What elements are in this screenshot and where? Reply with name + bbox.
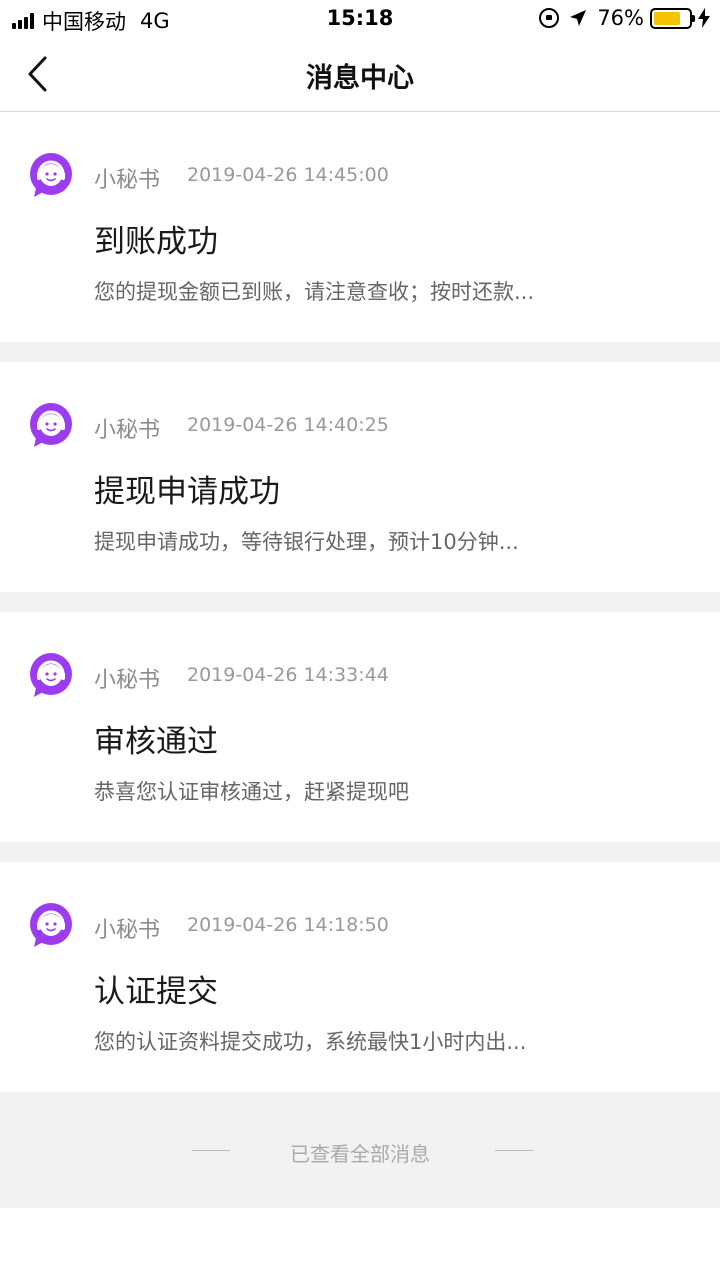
assistant-avatar-icon <box>28 652 74 698</box>
assistant-avatar-icon <box>28 152 74 198</box>
message-card[interactable]: 小秘书 2019-04-26 14:18:50 认证提交您的认证资料提交成功，系统最… <box>0 862 720 1092</box>
charging-bolt-icon <box>698 8 710 28</box>
message-card[interactable]: 小秘书 2019-04-26 14:45:00 到账成功您的提现金额已到账，请注意查… <box>0 112 720 342</box>
footer-divider-right <box>495 1150 533 1151</box>
assistant-avatar-icon <box>28 902 74 948</box>
status-right: 76% <box>539 6 710 30</box>
message-sender: 小秘书 <box>94 168 161 193</box>
message-card[interactable]: 小秘书 2019-04-26 14:33:44 审核通过恭喜您认证审核通过，赶紧提现… <box>0 612 720 842</box>
card-separator <box>0 592 720 612</box>
location-arrow-icon <box>569 9 587 27</box>
battery-fill <box>654 11 680 25</box>
assistant-avatar-icon <box>28 402 74 448</box>
message-time: 2019-04-26 14:45:00 <box>187 164 389 186</box>
back-button[interactable] <box>26 54 66 94</box>
message-title: 提现申请成功 <box>94 474 280 510</box>
message-title: 到账成功 <box>94 224 218 260</box>
message-sender: 小秘书 <box>94 918 161 943</box>
rotation-lock-icon <box>539 8 560 28</box>
message-title: 审核通过 <box>94 724 218 760</box>
message-card[interactable]: 小秘书 2019-04-26 14:40:25 提现申请成功提现申请成功，等待银行处… <box>0 362 720 592</box>
message-sender: 小秘书 <box>94 668 161 693</box>
card-separator <box>0 842 720 862</box>
navigation-bar: 消息中心 <box>0 36 720 112</box>
battery-icon <box>650 7 695 29</box>
message-list: 小秘书 2019-04-26 14:45:00 到账成功您的提现金额已到账，请注意查… <box>0 112 720 1092</box>
message-summary: 您的提现金额已到账，请注意查收；按时还款... <box>94 280 535 304</box>
message-time: 2019-04-26 14:33:44 <box>187 664 389 686</box>
card-separator <box>0 342 720 362</box>
chevron-left-icon <box>28 56 47 92</box>
list-footer: 已查看全部消息 <box>0 1092 720 1208</box>
message-time: 2019-04-26 14:40:25 <box>187 414 389 436</box>
message-summary: 您的认证资料提交成功，系统最快1小时内出... <box>94 1030 527 1054</box>
all-read-label: 已查看全部消息 <box>290 1142 430 1166</box>
status-bar: 中国移动 4G 15:18 76% <box>0 0 720 36</box>
battery-percent: 76% <box>597 6 644 30</box>
message-time: 2019-04-26 14:18:50 <box>187 914 389 936</box>
page-title: 消息中心 <box>306 63 414 94</box>
message-sender: 小秘书 <box>94 418 161 443</box>
message-summary: 提现申请成功，等待银行处理，预计10分钟... <box>94 530 519 554</box>
message-summary: 恭喜您认证审核通过，赶紧提现吧 <box>94 780 409 804</box>
message-title: 认证提交 <box>94 974 218 1010</box>
